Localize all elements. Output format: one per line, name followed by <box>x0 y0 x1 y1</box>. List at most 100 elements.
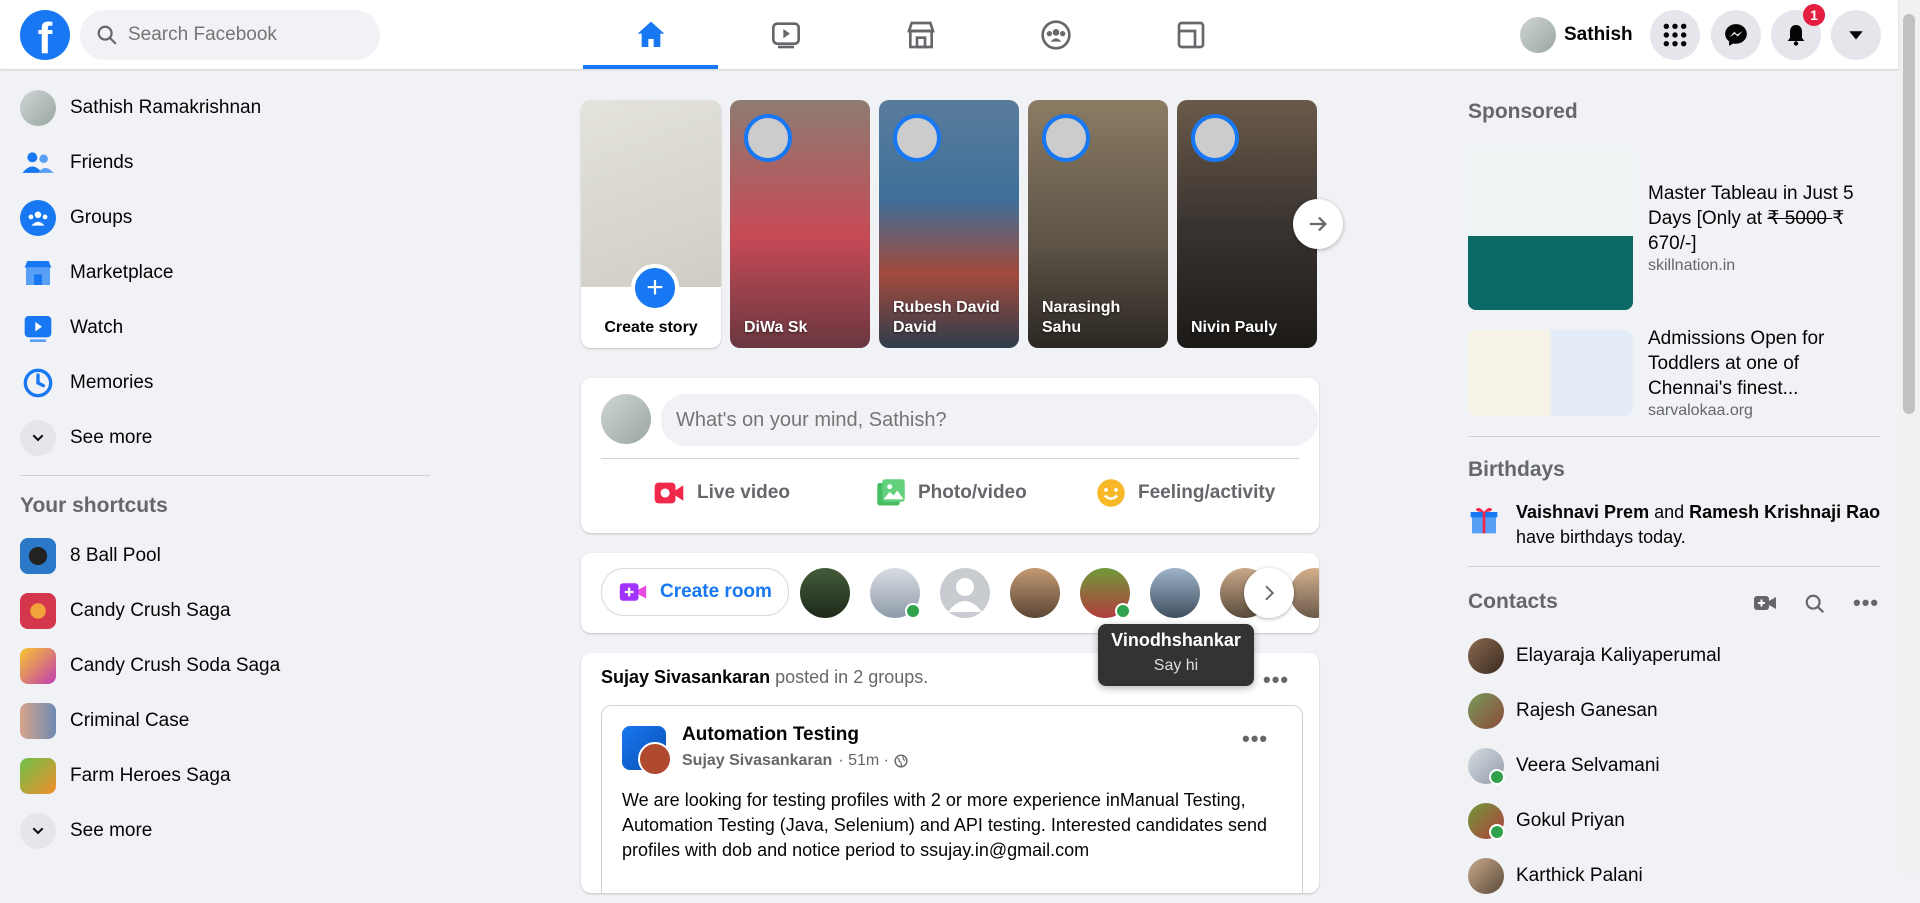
more-options-icon[interactable]: ••• <box>1242 726 1268 752</box>
shortcut-candy-crush-saga[interactable]: Candy Crush Saga <box>8 583 438 638</box>
account-button[interactable] <box>1831 10 1881 60</box>
chevron-down-icon <box>1849 31 1863 40</box>
new-room-icon[interactable] <box>1753 593 1777 613</box>
group-name[interactable]: Automation Testing <box>682 724 859 746</box>
search-input[interactable] <box>126 23 360 47</box>
contact-avatar[interactable] <box>1010 568 1060 618</box>
contact-item[interactable]: Karthick Palani <box>1468 848 1880 903</box>
create-story-card[interactable]: + Create story <box>581 100 721 348</box>
ad-image <box>1468 145 1633 310</box>
contact-avatar[interactable] <box>1150 568 1200 618</box>
scrollbar-thumb[interactable] <box>1903 14 1915 414</box>
rooms-next-button[interactable] <box>1244 568 1294 618</box>
create-room-button[interactable]: Create room <box>601 568 789 616</box>
search-icon[interactable] <box>1804 593 1826 615</box>
profile-button[interactable]: Sathish <box>1516 14 1641 56</box>
author-avatar[interactable] <box>638 742 672 776</box>
contact-item[interactable]: Elayaraja Kaliyaperumal <box>1468 628 1880 683</box>
contact-tooltip: Vinodhshankar Say hi <box>1098 624 1254 686</box>
marketplace-icon <box>20 255 56 291</box>
contact-avatar[interactable] <box>940 568 990 618</box>
search-icon <box>97 25 117 45</box>
tab-watch[interactable] <box>718 0 853 69</box>
ad-tableau[interactable]: Master Tableau in Just 5 Days [Only at ₹… <box>1468 145 1880 310</box>
avatar <box>1520 17 1556 53</box>
tooltip-action: Say hi <box>1153 657 1199 674</box>
contact-avatar <box>1468 802 1505 840</box>
contact-avatar[interactable] <box>1080 568 1131 619</box>
photo-video-button[interactable]: Photo/video <box>876 468 1027 518</box>
messenger-button[interactable] <box>1711 10 1761 60</box>
feeling-activity-label: Feeling/activity <box>1138 482 1276 503</box>
post-groups-link[interactable]: 2 groups. <box>853 667 928 687</box>
story-card[interactable]: Rubesh David David <box>879 100 1019 348</box>
stories-next-button[interactable] <box>1293 199 1343 249</box>
live-video-button[interactable]: Live video <box>653 468 790 518</box>
shortcut-8-ball-pool[interactable]: 8 Ball Pool <box>8 528 438 583</box>
ad-admissions[interactable]: Admissions Open for Toddlers at one of C… <box>1468 328 1880 420</box>
sidebar-item-watch[interactable]: Watch <box>8 300 438 355</box>
sidebar-item-groups[interactable]: Groups <box>8 190 438 245</box>
tab-gaming[interactable] <box>1123 0 1258 69</box>
friends-icon <box>20 145 56 181</box>
contact-avatar[interactable] <box>870 568 921 619</box>
messenger-icon <box>1725 24 1747 46</box>
shortcut-label: Criminal Case <box>70 709 190 731</box>
story-avatar <box>893 114 941 162</box>
shortcut-criminal-case[interactable]: Criminal Case <box>8 693 438 748</box>
ad-title: Master Tableau in Just 5 Days [Only at ₹… <box>1648 183 1854 254</box>
sub-author[interactable]: Sujay Sivasankaran <box>682 752 832 770</box>
sidebar-item-marketplace[interactable]: Marketplace <box>8 245 438 300</box>
contact-item[interactable]: Rajesh Ganesan <box>1468 683 1880 738</box>
notifications-button[interactable]: 1 <box>1771 4 1825 60</box>
live-video-icon <box>654 482 684 504</box>
create-story-label: Create story <box>604 319 698 336</box>
groups-icon <box>20 199 56 236</box>
sidebar-item-memories[interactable]: Memories <box>8 355 438 410</box>
menu-button[interactable] <box>1650 10 1700 60</box>
shop-icon <box>906 21 935 48</box>
tab-home[interactable] <box>583 0 718 69</box>
bell-icon <box>1787 25 1805 46</box>
feeling-activity-button[interactable]: Feeling/activity <box>1096 468 1275 518</box>
tab-marketplace[interactable] <box>853 0 988 69</box>
page-scrollbar[interactable] <box>1898 0 1920 875</box>
sidebar-item-label: See more <box>70 426 153 448</box>
left-sidebar: Sathish Ramakrishnan Friends Groups Mark… <box>8 80 438 858</box>
shared-post: Automation Testing Sujay Sivasankaran · … <box>601 705 1303 893</box>
birthday-name[interactable]: Vaishnavi Prem <box>1516 502 1649 522</box>
contact-item[interactable]: Gokul Priyan <box>1468 793 1880 848</box>
story-avatar <box>744 114 792 162</box>
more-options-icon[interactable]: ••• <box>1853 590 1879 616</box>
grid-menu-icon <box>1663 23 1687 47</box>
contact-avatar <box>1468 637 1504 674</box>
contact-item[interactable]: Veera Selvamani <box>1468 738 1880 793</box>
sidebar-item-profile[interactable]: Sathish Ramakrishnan <box>8 80 438 135</box>
more-options-icon[interactable]: ••• <box>1263 667 1289 693</box>
shortcut-candy-crush-soda-saga[interactable]: Candy Crush Soda Saga <box>8 638 438 693</box>
search-box[interactable] <box>80 10 380 60</box>
tab-groups[interactable] <box>988 0 1123 69</box>
shortcut-farm-heroes-saga[interactable]: Farm Heroes Saga <box>8 748 438 803</box>
contact-avatar[interactable] <box>800 568 850 618</box>
contact-avatar <box>1468 747 1505 785</box>
gaming-icon <box>1177 21 1204 48</box>
watch-icon <box>20 310 56 346</box>
story-card[interactable]: Narasingh Sahu <box>1028 100 1168 348</box>
facebook-logo[interactable]: f <box>20 10 70 60</box>
shortcuts-see-more-button[interactable]: See more <box>8 803 438 858</box>
composer-input[interactable] <box>661 394 1318 446</box>
game-icon <box>20 592 56 629</box>
ad-title: Admissions Open for Toddlers at one of C… <box>1648 328 1825 399</box>
ad-image <box>1468 330 1633 416</box>
post-time[interactable]: · 51m · <box>838 752 889 770</box>
post-author[interactable]: Sujay Sivasankaran <box>601 667 770 687</box>
see-more-button[interactable]: See more <box>8 410 438 465</box>
contact-avatar[interactable] <box>1290 568 1319 618</box>
game-icon <box>20 537 56 574</box>
game-icon <box>20 702 56 739</box>
birthday-name[interactable]: Ramesh Krishnaji Rao <box>1689 502 1880 522</box>
story-card[interactable]: DiWa Sk <box>730 100 870 348</box>
contact-name: Karthick Palani <box>1516 864 1643 886</box>
sidebar-item-friends[interactable]: Friends <box>8 135 438 190</box>
